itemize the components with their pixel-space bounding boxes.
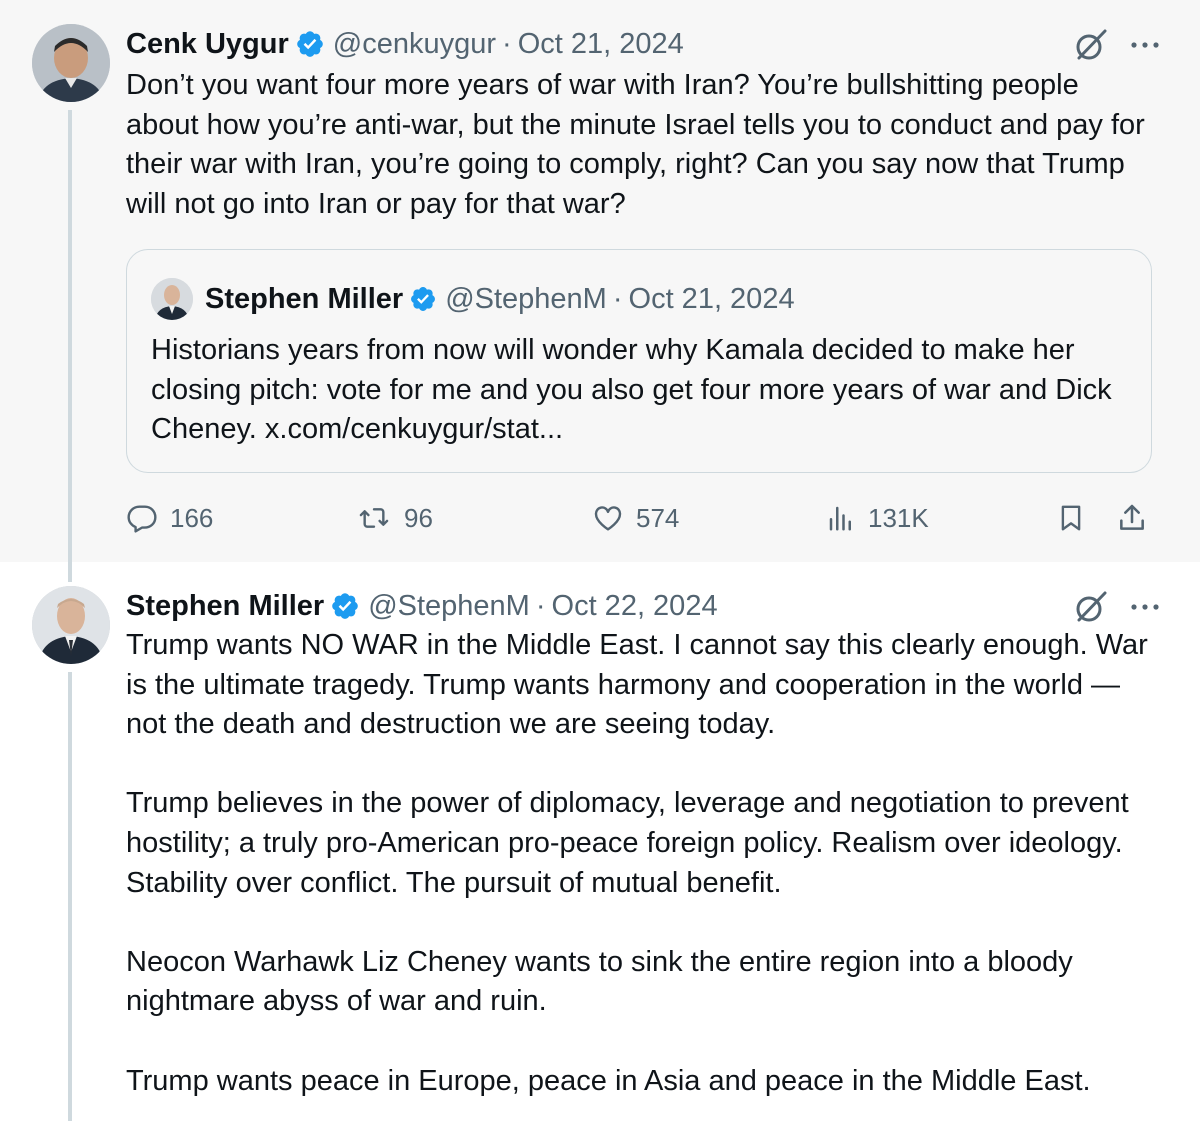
reply-count: 166 bbox=[170, 502, 214, 533]
verified-badge-icon bbox=[295, 29, 325, 59]
author-name[interactable]: Cenk Uygur bbox=[126, 28, 289, 61]
tweet-header: Stephen Miller @StephenM · Oct 22, 2024 bbox=[126, 586, 1160, 626]
separator: · bbox=[612, 282, 623, 315]
author-handle[interactable]: @cenkuygur bbox=[333, 28, 496, 61]
header-actions bbox=[1074, 590, 1160, 624]
tweet-paragraph: Trump wants peace in Europe, peace in As… bbox=[126, 1064, 1091, 1097]
tweet-paragraph: Neocon Warhawk Liz Cheney wants to sink … bbox=[126, 945, 1073, 1018]
tweet-text: Trump wants NO WAR in the Middle East. I… bbox=[126, 626, 1148, 1101]
reply-icon bbox=[126, 502, 158, 534]
separator: · bbox=[535, 589, 546, 622]
separator: · bbox=[502, 27, 512, 60]
verified-badge-icon bbox=[330, 591, 360, 621]
author-handle[interactable]: @StephenM bbox=[368, 590, 530, 623]
tweet-stephen-miller[interactable]: Stephen Miller @StephenM · Oct 22, 2024 … bbox=[0, 562, 1200, 1121]
avatar[interactable] bbox=[32, 24, 110, 102]
quoted-author-name[interactable]: Stephen Miller bbox=[205, 283, 403, 316]
tweet-cenk-uygur[interactable]: Cenk Uygur @cenkuygur · Oct 21, 2024 Don… bbox=[0, 0, 1200, 562]
tweet-date[interactable]: Oct 22, 2024 bbox=[552, 590, 718, 623]
grok-icon[interactable] bbox=[1074, 28, 1108, 62]
header-actions bbox=[1074, 28, 1160, 62]
like-button[interactable]: 574 bbox=[592, 498, 679, 538]
thread-line bbox=[68, 110, 72, 562]
like-icon bbox=[592, 502, 624, 534]
quoted-tweet-text: Historians years from now will wonder wh… bbox=[151, 334, 1112, 446]
like-count: 574 bbox=[636, 502, 680, 533]
quoted-author-handle[interactable]: @StephenM bbox=[445, 283, 607, 316]
avatar bbox=[151, 278, 193, 320]
tweet-actions: 166 96 574 131K bbox=[126, 498, 1152, 538]
more-icon[interactable] bbox=[1130, 602, 1160, 612]
quoted-tweet[interactable]: Stephen Miller @StephenM · Oct 21, 2024 … bbox=[126, 249, 1152, 473]
repost-icon bbox=[356, 502, 392, 534]
verified-badge-icon bbox=[409, 285, 437, 313]
share-icon bbox=[1116, 502, 1148, 534]
tweet-text: Don’t you want four more years of war wi… bbox=[126, 66, 1148, 224]
tweet-paragraph: Trump wants NO WAR in the Middle East. I… bbox=[126, 629, 1148, 741]
avatar[interactable] bbox=[32, 586, 110, 664]
bookmark-button[interactable] bbox=[1056, 498, 1086, 538]
quoted-tweet-header: Stephen Miller @StephenM · Oct 21, 2024 bbox=[151, 278, 795, 320]
reply-button[interactable]: 166 bbox=[126, 498, 213, 538]
share-button[interactable] bbox=[1116, 498, 1148, 538]
grok-icon[interactable] bbox=[1074, 590, 1108, 624]
bookmark-icon bbox=[1056, 502, 1086, 534]
tweet-date[interactable]: Oct 21, 2024 bbox=[518, 28, 684, 61]
tweet-header: Cenk Uygur @cenkuygur · Oct 21, 2024 bbox=[126, 24, 1160, 64]
thread-line bbox=[68, 672, 72, 1121]
tweet-paragraph: Trump believes in the power of diplomacy… bbox=[126, 787, 1129, 899]
quoted-tweet-date[interactable]: Oct 21, 2024 bbox=[629, 283, 795, 316]
repost-count: 96 bbox=[404, 502, 433, 533]
repost-button[interactable]: 96 bbox=[356, 498, 433, 538]
author-name[interactable]: Stephen Miller bbox=[126, 590, 324, 623]
tweet-paragraph: Don’t you want four more years of war wi… bbox=[126, 69, 1145, 220]
views-button[interactable]: 131K bbox=[826, 498, 929, 538]
views-icon bbox=[826, 503, 856, 533]
more-icon[interactable] bbox=[1130, 40, 1160, 50]
views-count: 131K bbox=[868, 502, 929, 533]
thread-line bbox=[68, 562, 72, 582]
